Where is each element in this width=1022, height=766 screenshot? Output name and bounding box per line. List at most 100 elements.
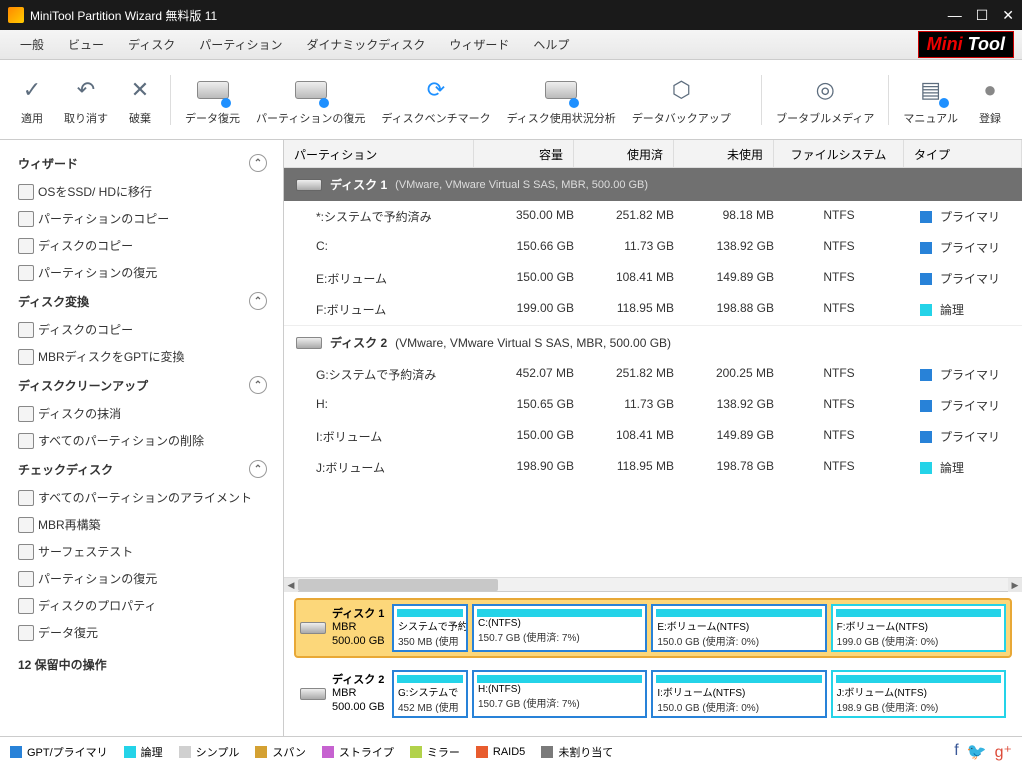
sidebar-item[interactable]: パーティションの復元 — [0, 259, 283, 286]
sidebar-section-wizard[interactable]: ウィザード⌃ — [0, 148, 283, 178]
partition-row[interactable]: G:システムで予約済み452.07 MB251.82 MB200.25 MBNT… — [284, 359, 1022, 390]
partition-recovery-button[interactable]: パーティションの復元 — [248, 65, 373, 135]
menu-view[interactable]: ビュー — [56, 32, 116, 57]
disc-icon: ◎ — [809, 74, 841, 106]
menu-partition[interactable]: パーティション — [187, 32, 294, 57]
discard-button[interactable]: ✕破棄 — [116, 65, 164, 135]
drive-icon — [295, 74, 327, 106]
sidebar-item[interactable]: ディスクのコピー — [0, 232, 283, 259]
col-partition[interactable]: パーティション — [284, 140, 474, 167]
social-links: f 🐦 g⁺ — [954, 742, 1012, 762]
horizontal-scrollbar[interactable]: ◀ ▶ — [284, 577, 1022, 591]
disk-icon — [296, 337, 322, 349]
disk-map[interactable]: ディスク 1MBR500.00 GBシステムで予約350 MB (使用C:(NT… — [294, 598, 1012, 658]
type-swatch — [920, 369, 932, 381]
data-recovery-button[interactable]: データ復元 — [177, 65, 248, 135]
disk-map-label: ディスク 2MBR500.00 GB — [300, 670, 388, 718]
sidebar-item[interactable]: すべてのパーティションの削除 — [0, 427, 283, 454]
sidebar-item[interactable]: MBRディスクをGPTに変換 — [0, 343, 283, 370]
partition-row[interactable]: J:ボリューム198.90 GB118.95 MB198.78 GBNTFS論理 — [284, 452, 1022, 483]
menu-help[interactable]: ヘルプ — [521, 32, 581, 57]
partition-box[interactable]: システムで予約350 MB (使用 — [392, 604, 468, 652]
partition-row[interactable]: *:システムで予約済み350.00 MB251.82 MB98.18 MBNTF… — [284, 201, 1022, 232]
col-filesystem[interactable]: ファイルシステム — [774, 140, 904, 167]
menu-dynamic[interactable]: ダイナミックディスク — [294, 32, 437, 57]
partition-row[interactable]: C:150.66 GB11.73 GB138.92 GBNTFSプライマリ — [284, 232, 1022, 263]
bootable-media-button[interactable]: ◎ブータブルメディア — [768, 65, 882, 135]
dropbox-icon: ⬡ — [665, 74, 697, 106]
sidebar-section-convert[interactable]: ディスク変換⌃ — [0, 286, 283, 316]
minimize-button[interactable]: — — [948, 7, 962, 24]
pending-operations[interactable]: 12 保留中の操作 — [0, 646, 283, 679]
sidebar-item[interactable]: パーティションの復元 — [0, 565, 283, 592]
undo-icon: ↶ — [70, 74, 102, 106]
disk-header-row[interactable]: ディスク 1(VMware, VMware Virtual S SAS, MBR… — [284, 168, 1022, 201]
register-button[interactable]: ●登録 — [966, 65, 1014, 135]
sidebar-item[interactable]: OSをSSD/ HDに移行 — [0, 178, 283, 205]
chevron-up-icon: ⌃ — [249, 376, 267, 394]
drive-icon — [197, 74, 229, 106]
window-title: MiniTool Partition Wizard 無料版 11 — [30, 7, 217, 24]
legend-item: 論理 — [124, 744, 163, 760]
undo-button[interactable]: ↶取り消す — [56, 65, 116, 135]
close-button[interactable]: ✕ — [1002, 7, 1014, 24]
legend-bar: GPT/プライマリ論理シンプルスパンストライプミラーRAID5未割り当て f 🐦… — [0, 736, 1022, 766]
legend-swatch — [476, 746, 488, 758]
partition-box[interactable]: J:ボリューム(NTFS)198.9 GB (使用済: 0%) — [831, 670, 1006, 718]
partition-row[interactable]: I:ボリューム150.00 GB108.41 MB149.89 GBNTFSプラ… — [284, 421, 1022, 452]
partition-box[interactable]: E:ボリューム(NTFS)150.0 GB (使用済: 0%) — [651, 604, 826, 652]
brand-logo: Mini Tool — [918, 31, 1014, 58]
partition-row[interactable]: H:150.65 GB11.73 GB138.92 GBNTFSプライマリ — [284, 390, 1022, 421]
partition-row[interactable]: F:ボリューム199.00 GB118.95 MB198.88 GBNTFS論理 — [284, 294, 1022, 325]
benchmark-button[interactable]: ⟳ディスクベンチマーク — [373, 65, 498, 135]
twitter-icon[interactable]: 🐦 — [967, 742, 987, 762]
sidebar-item[interactable]: ディスクの抹消 — [0, 400, 283, 427]
col-used[interactable]: 使用済 — [574, 140, 674, 167]
sidebar-item[interactable]: サーフェステスト — [0, 538, 283, 565]
disk-map[interactable]: ディスク 2MBR500.00 GBG:システムで452 MB (使用H:(NT… — [294, 664, 1012, 724]
sidebar-item[interactable]: パーティションのコピー — [0, 205, 283, 232]
legend-swatch — [255, 746, 267, 758]
legend-item: ミラー — [410, 744, 460, 760]
legend-swatch — [124, 746, 136, 758]
facebook-icon[interactable]: f — [954, 742, 958, 762]
type-swatch — [920, 431, 932, 443]
menu-wizard[interactable]: ウィザード — [437, 32, 521, 57]
partition-box[interactable]: G:システムで452 MB (使用 — [392, 670, 468, 718]
sidebar-item[interactable]: ディスクのコピー — [0, 316, 283, 343]
googleplus-icon[interactable]: g⁺ — [995, 742, 1012, 762]
sidebar-section-check[interactable]: チェックディスク⌃ — [0, 454, 283, 484]
sidebar-section-cleanup[interactable]: ディスククリーンアップ⌃ — [0, 370, 283, 400]
type-swatch — [920, 304, 932, 316]
partition-box[interactable]: I:ボリューム(NTFS)150.0 GB (使用済: 0%) — [651, 670, 826, 718]
partition-box[interactable]: C:(NTFS)150.7 GB (使用済: 7%) — [472, 604, 647, 652]
partition-row[interactable]: E:ボリューム150.00 GB108.41 MB149.89 GBNTFSプラ… — [284, 263, 1022, 294]
scroll-left-icon[interactable]: ◀ — [284, 578, 298, 592]
disk-map-label: ディスク 1MBR500.00 GB — [300, 604, 388, 652]
legend-item: GPT/プライマリ — [10, 744, 108, 760]
apply-button[interactable]: ✓適用 — [8, 65, 56, 135]
col-capacity[interactable]: 容量 — [474, 140, 574, 167]
partition-box[interactable]: F:ボリューム(NTFS)199.0 GB (使用済: 0%) — [831, 604, 1006, 652]
col-unused[interactable]: 未使用 — [674, 140, 774, 167]
sidebar-item[interactable]: データ復元 — [0, 619, 283, 646]
col-type[interactable]: タイプ — [904, 140, 1022, 167]
manual-button[interactable]: ▤マニュアル — [895, 65, 966, 135]
disk-header-row[interactable]: ディスク 2(VMware, VMware Virtual S SAS, MBR… — [284, 325, 1022, 359]
scroll-right-icon[interactable]: ▶ — [1008, 578, 1022, 592]
space-analyzer-button[interactable]: ディスク使用状況分析 — [499, 65, 624, 135]
menu-disk[interactable]: ディスク — [116, 32, 187, 57]
app-icon — [8, 7, 24, 23]
sidebar-item[interactable]: ディスクのプロパティ — [0, 592, 283, 619]
scrollbar-thumb[interactable] — [298, 579, 498, 591]
partition-box[interactable]: H:(NTFS)150.7 GB (使用済: 7%) — [472, 670, 647, 718]
sidebar-item[interactable]: MBR再構築 — [0, 511, 283, 538]
maximize-button[interactable]: ☐ — [976, 7, 989, 24]
sidebar-item[interactable]: すべてのパーティションのアライメント — [0, 484, 283, 511]
type-swatch — [920, 400, 932, 412]
partition-table-header: パーティション 容量 使用済 未使用 ファイルシステム タイプ — [284, 140, 1022, 168]
legend-item: RAID5 — [476, 746, 525, 758]
legend-swatch — [541, 746, 553, 758]
menu-general[interactable]: 一般 — [8, 32, 56, 57]
backup-button[interactable]: ⬡データバックアップ — [624, 65, 739, 135]
